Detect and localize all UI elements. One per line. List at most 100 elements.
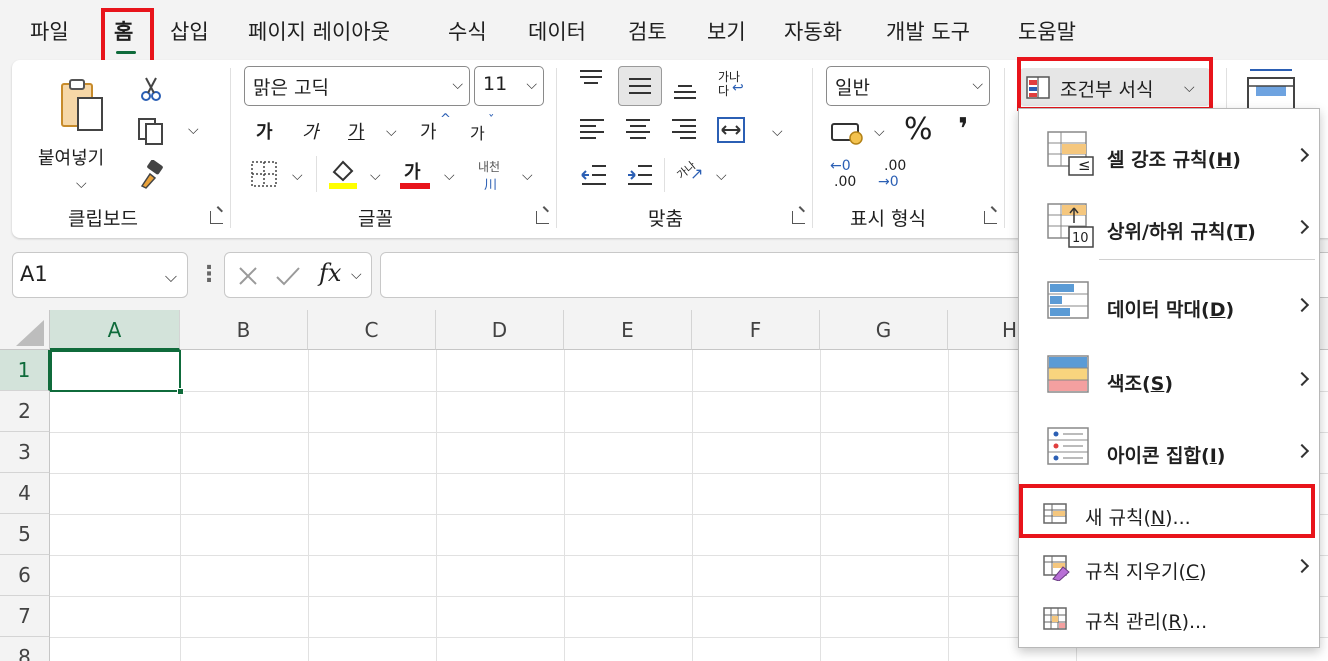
paste-button[interactable]: 붙여넣기 ⌵ xyxy=(38,72,112,192)
menu-item-manage-rules[interactable]: 규칙 관리(R)... xyxy=(1019,595,1321,647)
column-header-b[interactable]: B xyxy=(180,310,308,350)
increase-decimal-button[interactable]: ←0 .00 xyxy=(830,158,864,194)
row-header-4[interactable]: 4 xyxy=(0,473,50,514)
gridline xyxy=(564,350,565,661)
accounting-format-icon[interactable] xyxy=(830,118,864,146)
copy-dropdown-chevron[interactable]: ⌵ xyxy=(188,122,199,138)
row-header-8[interactable]: 8 xyxy=(0,637,50,661)
font-color-swatch xyxy=(400,183,430,189)
column-header-c[interactable]: C xyxy=(308,310,436,350)
tab-data[interactable]: 데이터 xyxy=(528,18,586,46)
conditional-formatting-highlight xyxy=(1017,57,1213,111)
bold-button[interactable]: 가 xyxy=(256,118,273,144)
grow-font-button[interactable]: 가 ^ xyxy=(412,112,452,148)
increase-decimal-top: ←0 xyxy=(830,158,851,174)
text-orientation-button[interactable]: 가나 ↗ xyxy=(675,159,710,190)
alignment-launcher-icon[interactable] xyxy=(792,211,805,224)
tab-automate[interactable]: 자동화 xyxy=(784,18,842,46)
decrease-indent-icon[interactable] xyxy=(580,162,608,188)
merge-dropdown-chevron[interactable]: ⌵ xyxy=(772,124,783,140)
tab-file[interactable]: 파일 xyxy=(30,18,69,46)
menu-item-color-scales[interactable]: 색조(S) xyxy=(1019,343,1321,413)
format-painter-icon[interactable] xyxy=(136,160,166,190)
row-header-7[interactable]: 7 xyxy=(0,596,50,637)
orientation-button[interactable]: 가나 다 ↩ xyxy=(716,68,748,104)
tab-view[interactable]: 보기 xyxy=(707,18,746,46)
number-format-select[interactable]: 일반 ⌵ xyxy=(826,66,990,106)
group-separator xyxy=(556,68,557,228)
phonetic-dropdown-chevron[interactable]: ⌵ xyxy=(522,168,533,184)
underline-dropdown-chevron[interactable]: ⌵ xyxy=(386,124,397,140)
select-all-corner[interactable] xyxy=(0,310,50,350)
borders-dropdown-chevron[interactable]: ⌵ xyxy=(292,168,303,184)
grow-font-label: 가 xyxy=(420,122,437,143)
column-header-d[interactable]: D xyxy=(436,310,564,350)
tab-formulas[interactable]: 수식 xyxy=(448,18,487,46)
align-left-icon[interactable] xyxy=(578,116,606,142)
phonetic-button[interactable]: 내천 川 xyxy=(474,158,514,193)
borders-icon[interactable] xyxy=(250,160,278,188)
column-header-f[interactable]: F xyxy=(692,310,820,350)
align-top-icon[interactable] xyxy=(578,68,604,90)
align-bottom-icon[interactable] xyxy=(672,80,698,102)
menu-item-topbottom-rules[interactable]: 10 상위/하위 규칙(T) xyxy=(1019,191,1321,261)
row-header-2[interactable]: 2 xyxy=(0,391,50,432)
decrease-decimal-button[interactable]: .00 →0 xyxy=(878,158,912,194)
shrink-font-button[interactable]: 가 ˇ xyxy=(462,114,502,148)
column-header-g[interactable]: G xyxy=(820,310,948,350)
more-options-icon[interactable]: ⋮ xyxy=(198,262,220,287)
clipboard-launcher-icon[interactable] xyxy=(210,211,223,224)
tab-help[interactable]: 도움말 xyxy=(1018,18,1076,46)
tab-insert[interactable]: 삽입 xyxy=(170,18,209,46)
tab-developer[interactable]: 개발 도구 xyxy=(886,18,970,46)
orientation-dropdown-chevron[interactable]: ⌵ xyxy=(716,168,727,184)
menu-item-clear-rules[interactable]: 규칙 지우기(C) xyxy=(1019,543,1321,595)
tab-review[interactable]: 검토 xyxy=(628,18,667,46)
conditional-formatting-menu: ≤ 셀 강조 규칙(H) 10 상위/하위 규칙(T) 데이터 막대(D) 색조… xyxy=(1018,108,1320,648)
font-color-button[interactable]: 가 xyxy=(398,156,432,192)
name-box[interactable]: A1 ⌵ xyxy=(12,252,188,298)
align-right-icon[interactable] xyxy=(670,116,698,142)
comma-style-button[interactable]: ❜ xyxy=(958,112,968,147)
font-size-select[interactable]: 11 ⌵ xyxy=(474,66,544,106)
fill-color-dropdown-chevron[interactable]: ⌵ xyxy=(370,168,381,184)
insert-function-button[interactable]: fx xyxy=(319,259,341,287)
paste-dropdown-chevron[interactable]: ⌵ xyxy=(76,176,87,192)
percent-style-button[interactable]: % xyxy=(904,112,933,147)
menu-item-data-bars[interactable]: 데이터 막대(D) xyxy=(1019,269,1321,339)
align-middle-button[interactable] xyxy=(618,66,662,106)
selected-cell-a1[interactable] xyxy=(50,350,184,395)
fill-handle[interactable] xyxy=(177,388,184,395)
clipboard-group-label: 클립보드 xyxy=(68,208,138,230)
column-header-a[interactable]: A xyxy=(50,310,180,350)
menu-item-highlight-rules[interactable]: ≤ 셀 강조 규칙(H) xyxy=(1019,117,1321,187)
column-header-e[interactable]: E xyxy=(564,310,692,350)
increase-indent-icon[interactable] xyxy=(626,162,654,188)
row-header-6[interactable]: 6 xyxy=(0,555,50,596)
italic-button[interactable]: 가 xyxy=(302,118,319,144)
font-color-dropdown-chevron[interactable]: ⌵ xyxy=(444,168,455,184)
cancel-icon[interactable] xyxy=(237,265,259,287)
chevron-down-icon[interactable]: ⌵ xyxy=(351,267,362,283)
row-header-5[interactable]: 5 xyxy=(0,514,50,555)
tab-page-layout[interactable]: 페이지 레이아웃 xyxy=(248,18,390,46)
wrap-arrow-icon: ↩ xyxy=(732,80,744,96)
row-header-1[interactable]: 1 xyxy=(0,350,50,391)
data-bars-icon xyxy=(1047,281,1089,319)
menu-item-icon-sets[interactable]: 아이콘 집합(I) xyxy=(1019,415,1321,485)
font-name-select[interactable]: 맑은 고딕 ⌵ xyxy=(244,66,470,106)
enter-icon[interactable] xyxy=(275,265,301,287)
decrease-decimal-top: .00 xyxy=(884,158,907,174)
row-header-3[interactable]: 3 xyxy=(0,432,50,473)
font-launcher-icon[interactable] xyxy=(536,211,549,224)
font-size-value: 11 xyxy=(483,73,508,95)
merge-center-icon[interactable] xyxy=(716,116,746,144)
number-launcher-icon[interactable] xyxy=(984,211,997,224)
underline-button[interactable]: 가 xyxy=(348,118,365,144)
accounting-dropdown-chevron[interactable]: ⌵ xyxy=(874,124,885,140)
gridline xyxy=(180,350,181,661)
cut-icon[interactable] xyxy=(140,76,162,102)
copy-icon[interactable] xyxy=(136,116,166,146)
fill-color-icon[interactable] xyxy=(328,156,358,190)
align-center-icon[interactable] xyxy=(624,116,652,142)
